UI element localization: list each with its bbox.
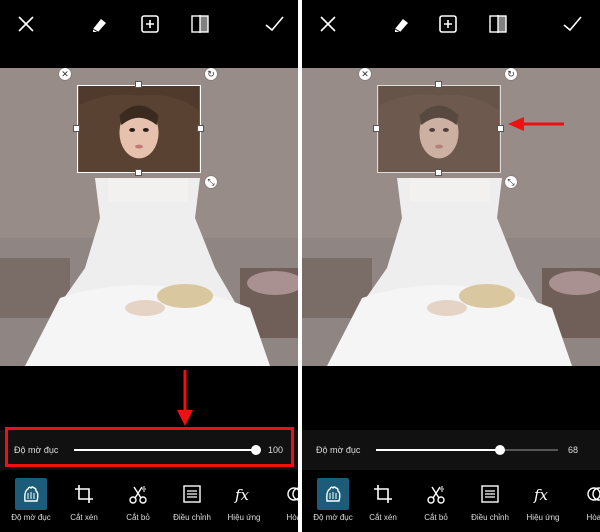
arrow-left-icon (508, 117, 564, 131)
tool-label: Cắt xén (369, 513, 397, 522)
resize-handle-bottom[interactable] (435, 169, 442, 176)
tool-label: Hiệu ứng (526, 513, 560, 522)
blend-icon (580, 478, 600, 510)
crop-icon (68, 478, 100, 510)
fx-icon: fx (527, 478, 559, 510)
tool-blend[interactable]: Hòa t (568, 478, 600, 530)
face-sticker[interactable] (77, 85, 201, 173)
resize-handle-right[interactable] (497, 125, 504, 132)
tool-bar: Độ mờ đục Cắt xén Cắt bỏ Điều chỉnh fx Hiệu ứ… (302, 472, 600, 532)
top-toolbar (0, 0, 298, 68)
resize-handle-left[interactable] (373, 125, 380, 132)
opacity-slider-row: Độ mờ đục 68 (302, 430, 600, 470)
tool-label: Cắt xén (70, 513, 98, 522)
blend-icon (280, 478, 298, 510)
eraser-icon[interactable] (388, 12, 412, 36)
tool-fx[interactable]: fx Hiệu ứng (515, 478, 571, 530)
flip-icon[interactable] (188, 12, 212, 36)
editor-panel-left: ✕ ↻ ⤡ Độ mờ đục 100 Độ mờ đục Cắt xén Cắt … (0, 0, 298, 532)
tool-label: Hiệu ứng (227, 513, 261, 522)
slider-value: 68 (568, 445, 579, 455)
tool-blend[interactable]: Hòa t (268, 478, 298, 530)
delete-sticker-icon[interactable]: ✕ (59, 68, 71, 80)
svg-text:fx: fx (234, 486, 250, 504)
tool-label: Cắt bỏ (126, 513, 150, 522)
tool-opacity[interactable]: Độ mờ đục (3, 478, 59, 530)
tool-opacity[interactable]: Độ mờ đục (305, 478, 361, 530)
resize-handle-left[interactable] (73, 125, 80, 132)
cutout-icon (420, 478, 452, 510)
face-sticker[interactable] (377, 85, 501, 173)
tool-bar: Độ mờ đục Cắt xén Cắt bỏ Điều chỉnh fx Hiệu ứ… (0, 472, 298, 532)
opacity-icon (317, 478, 349, 510)
tool-label: Điều chỉnh (173, 513, 211, 522)
empty-canvas-area (0, 366, 298, 430)
tool-crop[interactable]: Cắt xén (355, 478, 411, 530)
close-icon[interactable] (316, 12, 340, 36)
photo-canvas[interactable]: ✕ ↻ ⤡ (0, 68, 298, 366)
eraser-icon[interactable] (86, 12, 110, 36)
slider-remaining-track (500, 449, 558, 451)
tool-crop[interactable]: Cắt xén (56, 478, 112, 530)
check-icon[interactable] (560, 12, 584, 36)
top-toolbar (302, 0, 600, 68)
opacity-icon (15, 478, 47, 510)
adjust-icon (176, 478, 208, 510)
crop-icon (367, 478, 399, 510)
arrow-down-icon (177, 370, 193, 426)
svg-text:fx: fx (533, 486, 549, 504)
slider-label: Độ mờ đục (316, 445, 361, 455)
adjust-icon (474, 478, 506, 510)
delete-sticker-icon[interactable]: ✕ (359, 68, 371, 80)
tool-cutout[interactable]: Cắt bỏ (408, 478, 464, 530)
empty-canvas-area (302, 366, 600, 430)
flip-icon[interactable] (486, 12, 510, 36)
opacity-slider-track[interactable] (376, 449, 500, 451)
rotate-icon[interactable]: ↻ (205, 68, 217, 80)
tool-fx[interactable]: fx Hiệu ứng (216, 478, 272, 530)
tool-label: Độ mờ đục (11, 513, 51, 522)
tool-label: Cắt bỏ (424, 513, 448, 522)
resize-handle-right[interactable] (197, 125, 204, 132)
tool-label: Điều chỉnh (471, 513, 509, 522)
editor-panel-right: ✕ ↻ ⤡ Độ mờ đục 68 Độ mờ đục Cắt xén Cắt b… (302, 0, 600, 532)
add-icon[interactable] (436, 12, 460, 36)
scale-icon[interactable]: ⤡ (205, 176, 217, 188)
highlight-box (5, 427, 294, 467)
tool-label: Hòa t (586, 513, 600, 522)
resize-handle-bottom[interactable] (135, 169, 142, 176)
add-icon[interactable] (138, 12, 162, 36)
resize-handle-top[interactable] (135, 81, 142, 88)
cutout-icon (122, 478, 154, 510)
tool-cutout[interactable]: Cắt bỏ (110, 478, 166, 530)
resize-handle-top[interactable] (435, 81, 442, 88)
tool-label: Độ mờ đục (313, 513, 353, 522)
check-icon[interactable] (262, 12, 286, 36)
tool-adjust[interactable]: Điều chỉnh (462, 478, 518, 530)
opacity-slider-knob[interactable] (495, 445, 505, 455)
tool-adjust[interactable]: Điều chỉnh (164, 478, 220, 530)
photo-canvas[interactable]: ✕ ↻ ⤡ (302, 68, 600, 366)
fx-icon: fx (228, 478, 260, 510)
scale-icon[interactable]: ⤡ (505, 176, 517, 188)
rotate-icon[interactable]: ↻ (505, 68, 517, 80)
tool-label: Hòa t (286, 513, 298, 522)
close-icon[interactable] (14, 12, 38, 36)
